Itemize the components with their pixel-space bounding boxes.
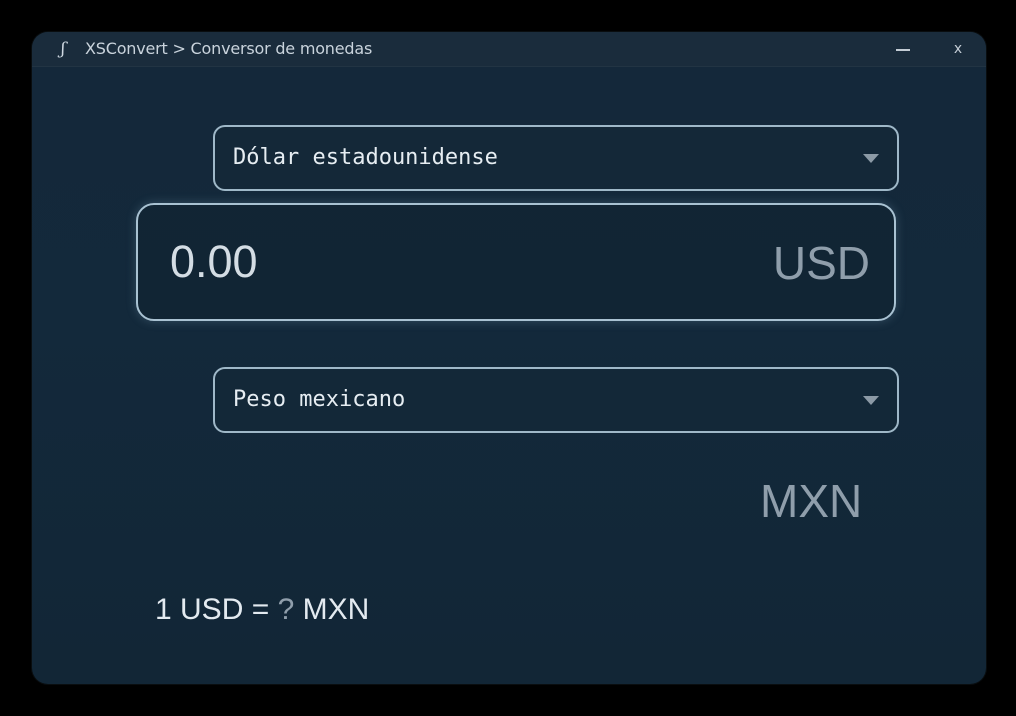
to-currency-label: Peso mexicano: [233, 387, 406, 412]
from-currency-code: USD: [772, 237, 870, 289]
minimize-icon: [896, 49, 910, 51]
to-currency-select[interactable]: Peso mexicano: [213, 367, 899, 433]
chevron-down-icon: [863, 396, 879, 405]
chevron-down-icon: [863, 154, 879, 163]
rate-prefix: 1 USD =: [155, 593, 278, 626]
rate-suffix: MXN: [294, 593, 370, 626]
from-currency-select[interactable]: Dólar estadounidense: [213, 125, 899, 191]
close-button[interactable]: x: [943, 36, 973, 62]
amount-field: USD: [136, 203, 896, 321]
rate-value: ?: [277, 593, 295, 626]
amount-input[interactable]: [170, 229, 610, 295]
from-currency-label: Dólar estadounidense: [233, 145, 498, 170]
app-logo-icon: ʃ: [60, 39, 66, 59]
app-window: ʃ XSConvert > Conversor de monedas x Dól…: [32, 32, 986, 684]
to-currency-code: MXN: [760, 475, 863, 527]
title-bar[interactable]: ʃ XSConvert > Conversor de monedas x: [32, 32, 986, 67]
window-title: XSConvert > Conversor de monedas: [85, 39, 373, 58]
minimize-button[interactable]: [888, 36, 918, 62]
exchange-rate: 1 USD = ? MXN: [155, 593, 369, 627]
